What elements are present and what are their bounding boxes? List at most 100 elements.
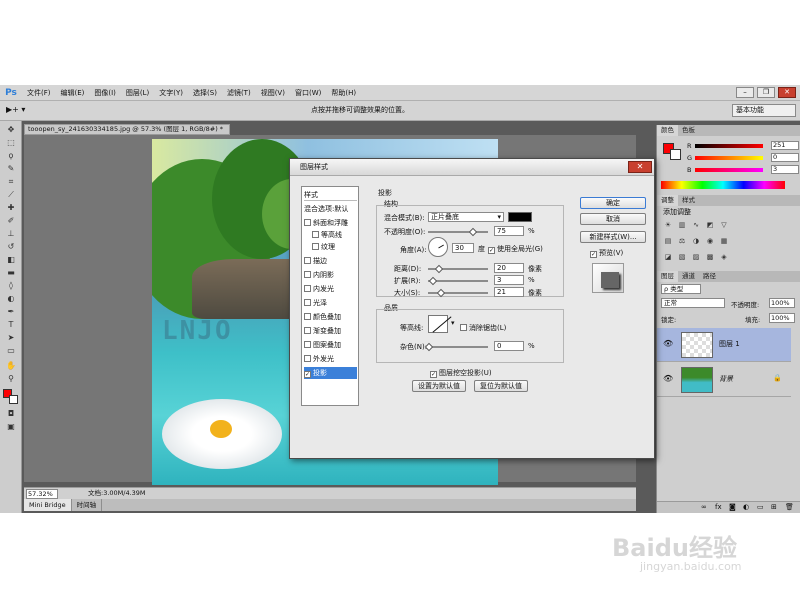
checkbox[interactable]: [304, 327, 311, 334]
move-tool-icon[interactable]: ✥: [4, 125, 18, 135]
distance-input[interactable]: 20: [494, 263, 524, 273]
red-track[interactable]: [695, 144, 763, 148]
posterize-icon[interactable]: ▧: [677, 253, 687, 262]
gradient-map-icon[interactable]: ▩: [705, 253, 715, 262]
checkbox-checked[interactable]: ✓: [590, 251, 597, 258]
checkbox-checked[interactable]: ✓: [304, 371, 311, 378]
levels-icon[interactable]: ▥: [677, 221, 687, 230]
checkbox-checked[interactable]: ✓: [488, 247, 495, 254]
tab-channels[interactable]: 通道: [678, 271, 699, 282]
type-tool-icon[interactable]: T: [4, 320, 18, 330]
shadow-color-swatch[interactable]: [508, 212, 532, 222]
window-close-button[interactable]: ✕: [778, 87, 796, 98]
tab-swatches[interactable]: 色板: [678, 125, 699, 136]
color-balance-icon[interactable]: ⚖: [677, 237, 687, 246]
adjustment-icon[interactable]: ◐: [743, 503, 749, 511]
menu-filter[interactable]: 滤镜(T): [222, 85, 256, 101]
noise-slider-track[interactable]: [428, 346, 488, 348]
style-pattern-overlay[interactable]: 图案叠加: [304, 339, 357, 351]
background-color-swatch[interactable]: [9, 395, 18, 404]
style-bevel-emboss[interactable]: 斜面和浮雕: [304, 217, 357, 229]
red-slider[interactable]: R 251: [687, 141, 799, 151]
healing-tool-icon[interactable]: ✚: [4, 203, 18, 213]
tab-timeline[interactable]: 时间轴: [72, 499, 103, 511]
document-size[interactable]: 文档:3.00M/4.39M: [88, 488, 146, 499]
photo-filter-icon[interactable]: ◉: [705, 237, 715, 246]
style-outer-glow[interactable]: 外发光: [304, 353, 357, 365]
global-light-checkbox[interactable]: ✓ 使用全局光(G): [488, 244, 543, 254]
antialias-checkbox[interactable]: 消除锯齿(L): [460, 323, 506, 333]
blue-track[interactable]: [695, 168, 763, 172]
menu-type[interactable]: 文字(Y): [154, 85, 188, 101]
menu-edit[interactable]: 编辑(E): [56, 85, 90, 101]
style-inner-glow[interactable]: 内发光: [304, 283, 357, 295]
checkbox-checked[interactable]: ✓: [430, 371, 437, 378]
checkbox[interactable]: [312, 231, 319, 238]
eraser-tool-icon[interactable]: ◧: [4, 255, 18, 265]
angle-dial[interactable]: [428, 237, 448, 257]
restore-button[interactable]: ❐: [757, 87, 775, 98]
tab-adjustments[interactable]: 调整: [657, 195, 678, 206]
checkbox[interactable]: [304, 271, 311, 278]
channel-mixer-icon[interactable]: ▦: [719, 237, 729, 246]
blend-mode-select[interactable]: 正片叠底 ▾: [428, 212, 504, 222]
tab-color[interactable]: 颜色: [657, 125, 678, 136]
layer-name[interactable]: 背景: [719, 374, 733, 384]
layer-kind-filter[interactable]: ρ 类型: [661, 284, 701, 294]
menu-select[interactable]: 选择(S): [188, 85, 222, 101]
zoom-tool-icon[interactable]: ⚲: [4, 374, 18, 384]
layer-row-selected[interactable]: 👁 图层 1: [657, 328, 791, 362]
fx-icon[interactable]: fx: [715, 503, 722, 511]
brush-tool-icon[interactable]: ✐: [4, 216, 18, 226]
menu-help[interactable]: 帮助(H): [326, 85, 361, 101]
contour-picker[interactable]: [428, 315, 452, 333]
chevron-down-icon[interactable]: ▾: [451, 319, 455, 327]
style-inner-shadow[interactable]: 内阴影: [304, 269, 357, 281]
crop-tool-icon[interactable]: ⌗: [4, 177, 18, 187]
hand-tool-icon[interactable]: ✋: [4, 361, 18, 371]
eye-icon[interactable]: 👁: [663, 339, 673, 348]
layer-blend-mode[interactable]: 正常: [661, 298, 725, 308]
history-brush-icon[interactable]: ↺: [4, 242, 18, 252]
menu-file[interactable]: 文件(F): [22, 85, 56, 101]
stamp-tool-icon[interactable]: ⊥: [4, 229, 18, 239]
checkbox[interactable]: [304, 285, 311, 292]
path-select-tool-icon[interactable]: ➤: [4, 333, 18, 343]
blending-options-item[interactable]: 混合选项:默认: [304, 203, 357, 215]
zoom-level-field[interactable]: 57.32%: [26, 489, 58, 499]
size-input[interactable]: 21: [494, 287, 524, 297]
noise-input[interactable]: 0: [494, 341, 524, 351]
style-color-overlay[interactable]: 颜色叠加: [304, 311, 357, 323]
style-texture[interactable]: 纹理: [312, 241, 357, 253]
green-track[interactable]: [695, 156, 763, 160]
knockout-checkbox[interactable]: ✓ 图层挖空投影(U): [430, 368, 492, 378]
menu-view[interactable]: 视图(V): [256, 85, 290, 101]
menu-layer[interactable]: 图层(L): [121, 85, 154, 101]
invert-icon[interactable]: ◪: [663, 253, 673, 262]
new-style-button[interactable]: 新建样式(W)...: [580, 231, 646, 243]
dodge-tool-icon[interactable]: ◐: [4, 294, 18, 304]
eyedropper-tool-icon[interactable]: ⟋: [4, 190, 18, 200]
checkbox[interactable]: [304, 341, 311, 348]
ok-button[interactable]: 确定: [580, 197, 646, 209]
layer-name[interactable]: 图层 1: [719, 339, 740, 349]
gradient-tool-icon[interactable]: ▬: [4, 268, 18, 278]
cancel-button[interactable]: 取消: [580, 213, 646, 225]
new-layer-icon[interactable]: ⊞: [771, 503, 777, 511]
styles-header[interactable]: 样式: [304, 189, 357, 201]
threshold-icon[interactable]: ▨: [691, 253, 701, 262]
red-value[interactable]: 251: [771, 141, 799, 150]
document-tab[interactable]: tooopen_sy_241630334185.jpg @ 57.3% (图层 …: [24, 124, 230, 135]
dialog-title[interactable]: 图层样式: [290, 159, 654, 176]
blue-slider[interactable]: B 3: [687, 165, 799, 175]
eye-icon[interactable]: 👁: [663, 374, 673, 383]
fill-value[interactable]: 100%: [769, 313, 795, 323]
green-value[interactable]: 0: [771, 153, 799, 162]
tab-styles[interactable]: 样式: [678, 195, 699, 206]
shape-tool-icon[interactable]: ▭: [4, 346, 18, 356]
link-icon[interactable]: ∞: [701, 503, 707, 511]
checkbox[interactable]: [312, 243, 319, 250]
checkbox[interactable]: [304, 219, 311, 226]
minimize-button[interactable]: –: [736, 87, 754, 98]
quick-mask-icon[interactable]: ◘: [4, 409, 18, 419]
